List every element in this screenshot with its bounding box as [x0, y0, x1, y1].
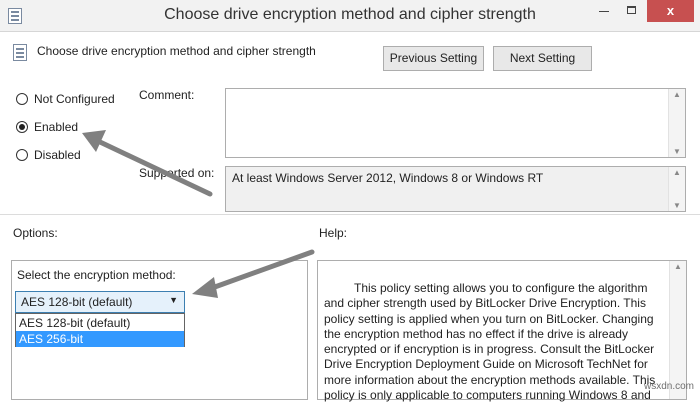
close-icon: x: [666, 3, 675, 18]
encryption-method-dropdown[interactable]: AES 128-bit (default) ▼: [15, 291, 185, 313]
previous-setting-button[interactable]: Previous Setting: [383, 46, 484, 71]
maximize-icon: [627, 6, 636, 14]
radio-label-enabled: Enabled: [34, 120, 79, 134]
watermark: wsxdn.com: [643, 381, 694, 392]
help-scrollbar[interactable]: ▲: [669, 261, 686, 399]
section-divider: [0, 214, 700, 215]
minimize-icon: [599, 11, 609, 12]
encryption-method-label: Select the encryption method:: [17, 268, 176, 282]
scroll-up-icon[interactable]: ▲: [669, 90, 685, 99]
arrowhead-enabled-icon: [82, 130, 106, 152]
policy-name: Choose drive encryption method and ciphe…: [37, 44, 316, 58]
scroll-up-icon[interactable]: ▲: [669, 168, 685, 177]
radio-circle-selected[interactable]: [16, 121, 28, 133]
supported-scrollbar[interactable]: ▲ ▼: [668, 167, 685, 211]
options-label: Options:: [13, 226, 58, 240]
scroll-down-icon[interactable]: ▼: [669, 147, 685, 156]
policy-setting-icon: [13, 44, 27, 61]
supported-on-value: At least Windows Server 2012, Windows 8 …: [232, 171, 544, 185]
supported-on-field: At least Windows Server 2012, Windows 8 …: [225, 166, 686, 212]
help-pane: This policy setting allows you to config…: [317, 260, 687, 403]
maximize-button[interactable]: [618, 0, 646, 22]
radio-dot: [19, 124, 25, 130]
close-button[interactable]: x: [647, 0, 694, 22]
dropdown-option-aes128[interactable]: AES 128-bit (default): [16, 315, 184, 331]
dropdown-list[interactable]: AES 128-bit (default) AES 256-bit: [15, 313, 185, 347]
chevron-down-icon[interactable]: ▼: [169, 295, 178, 305]
radio-circle[interactable]: [16, 93, 28, 105]
supported-on-label: Supported on:: [139, 166, 215, 180]
scroll-up-icon[interactable]: ▲: [670, 262, 686, 271]
minimize-button[interactable]: [590, 0, 618, 22]
help-text: This policy setting allows you to config…: [324, 281, 656, 403]
scroll-down-icon[interactable]: ▼: [669, 201, 685, 210]
dropdown-option-aes256[interactable]: AES 256-bit: [16, 331, 184, 347]
dropdown-selected-value: AES 128-bit (default): [21, 295, 133, 309]
comment-label: Comment:: [139, 88, 195, 102]
title-bar: Choose drive encryption method and ciphe…: [0, 0, 700, 32]
help-label: Help:: [319, 226, 348, 240]
next-setting-button[interactable]: Next Setting: [493, 46, 592, 71]
radio-label-not-configured: Not Configured: [34, 92, 115, 106]
comment-scrollbar[interactable]: ▲ ▼: [668, 89, 685, 157]
radio-label-disabled: Disabled: [34, 148, 81, 162]
comment-textarea[interactable]: ▲ ▼: [225, 88, 686, 158]
radio-circle[interactable]: [16, 149, 28, 161]
